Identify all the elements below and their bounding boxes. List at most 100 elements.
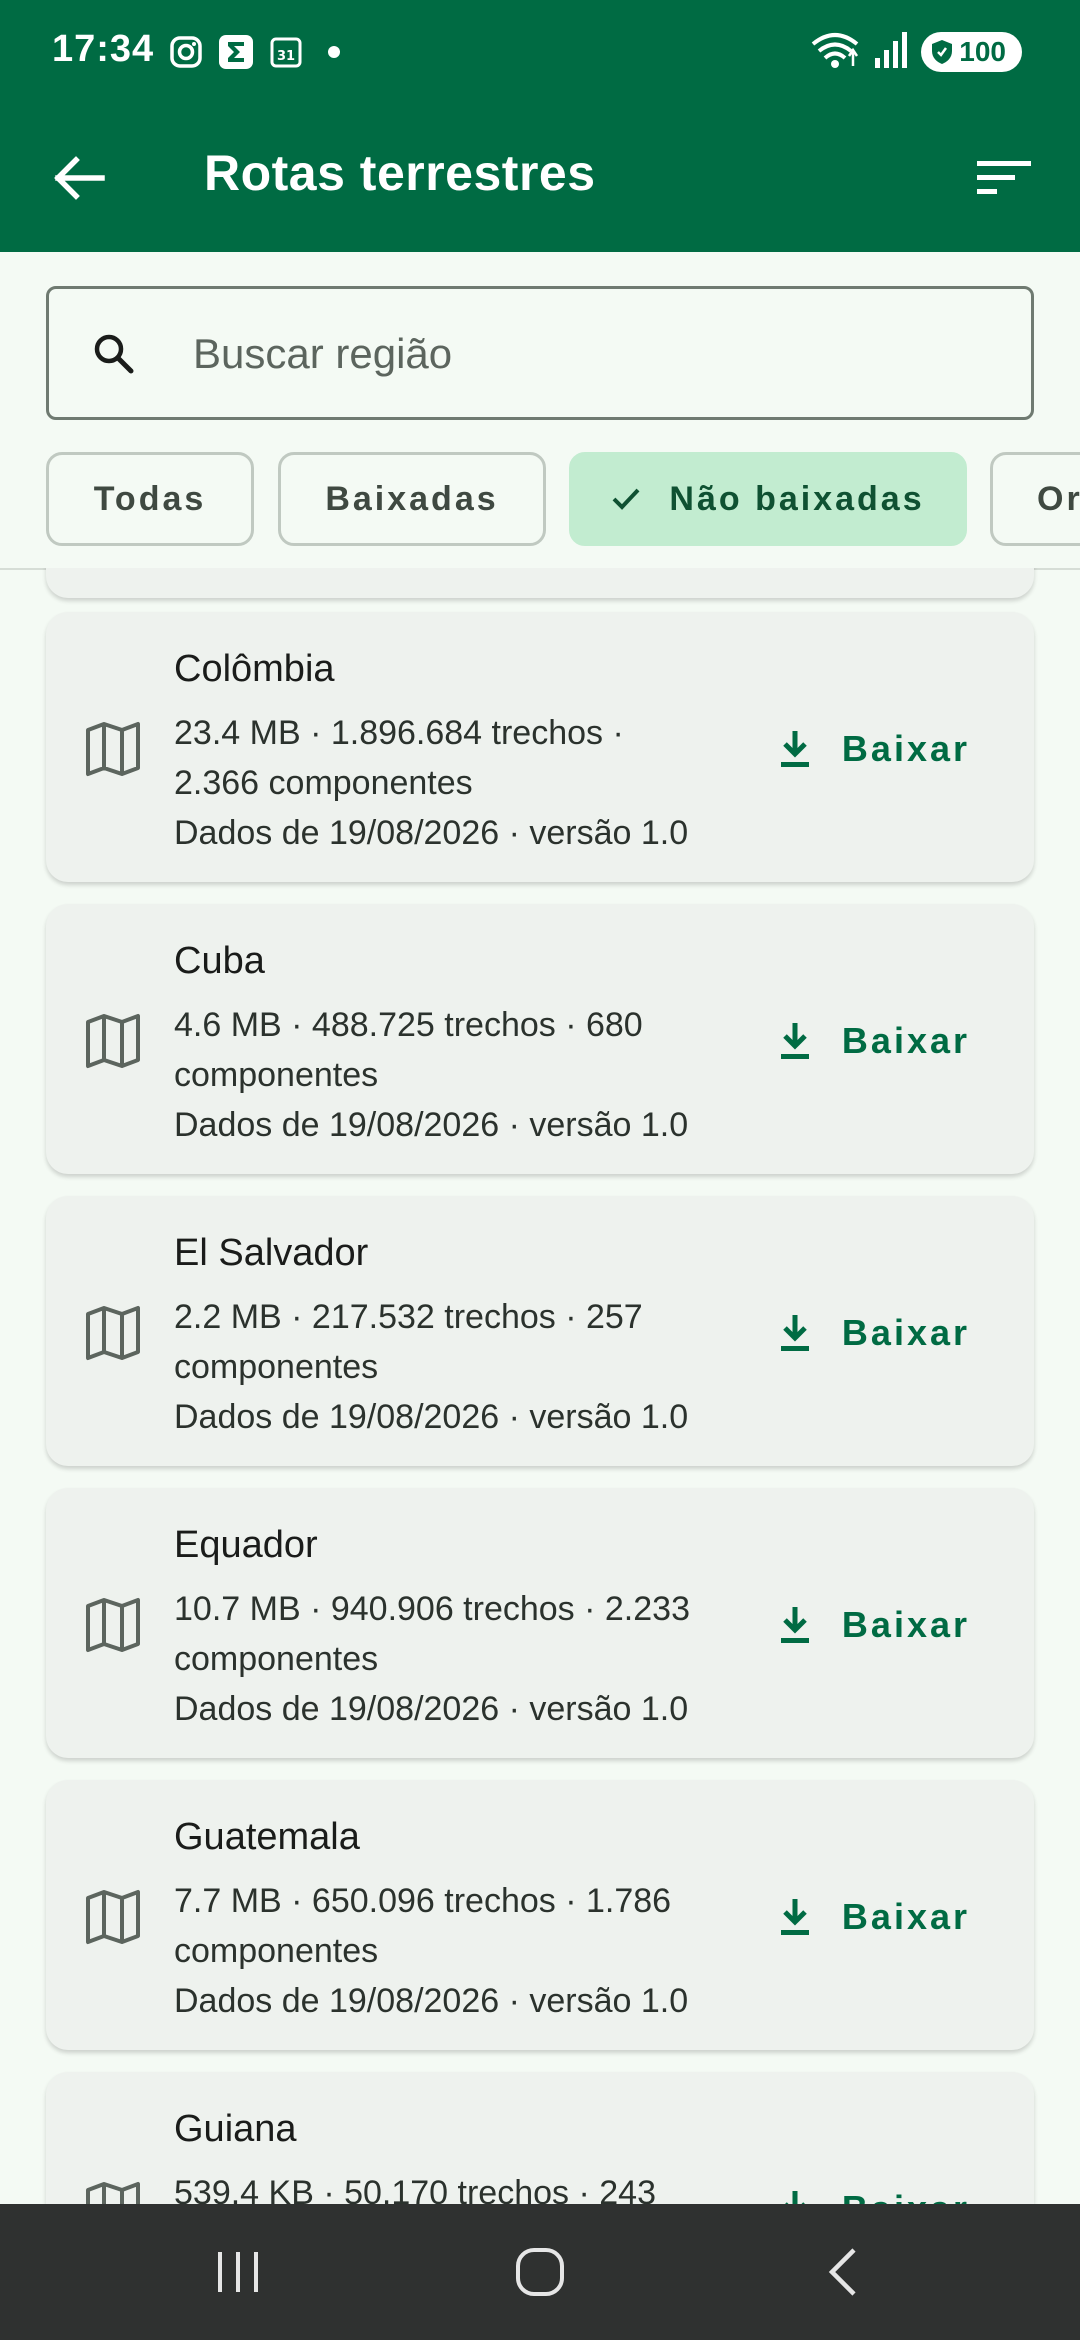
chip-label: Não baixadas (669, 479, 925, 518)
region-components-line: componentes (174, 1348, 379, 1386)
search-icon (94, 334, 134, 374)
download-icon (784, 2191, 805, 2204)
region-name: Equador (174, 1524, 318, 1566)
region-name: Colômbia (174, 648, 335, 690)
instagram-icon (168, 34, 204, 70)
region-card[interactable]: Guiana 539.4 KB · 50.170 trechos · 243 B… (46, 2072, 1034, 2204)
download-button[interactable]: Baixar (778, 1308, 970, 1358)
chip-nao-baixadas[interactable]: Não baixadas (569, 452, 967, 546)
download-label: Baixar (841, 1896, 970, 1937)
recents-button[interactable] (190, 2236, 286, 2308)
status-system-icons: 100 (809, 28, 1022, 76)
download-button[interactable]: Baixar (778, 724, 970, 774)
status-notification-icons: 31 (168, 30, 340, 74)
search-input[interactable] (193, 317, 993, 391)
region-details: 2.2 MB · 217.532 trechos · 257 component… (174, 1292, 734, 1442)
region-name: El Salvador (174, 1232, 369, 1274)
region-size-line: 7.7 MB · 650.096 trechos · 1.786 (174, 1882, 672, 1920)
map-icon (86, 1014, 140, 1068)
region-components-line: componentes (174, 1932, 379, 1970)
region-card[interactable]: Guatemala 7.7 MB · 650.096 trechos · 1.7… (46, 1780, 1034, 2050)
region-name: Guatemala (174, 1816, 360, 1858)
region-card[interactable]: El Salvador 2.2 MB · 217.532 trechos · 2… (46, 1196, 1034, 1466)
map-icon (86, 722, 140, 776)
map-icon (86, 1890, 140, 1944)
region-details: 7.7 MB · 650.096 trechos · 1.786 compone… (174, 1876, 734, 2026)
region-size-line: 23.4 MB · 1.896.684 trechos · (174, 714, 624, 752)
region-details: 539.4 KB · 50.170 trechos · 243 (174, 2168, 734, 2204)
recents-icon (218, 2252, 258, 2292)
region-details: 4.6 MB · 488.725 trechos · 680 component… (174, 1000, 734, 1150)
region-list[interactable]: Colômbia 23.4 MB · 1.896.684 trechos · 2… (0, 568, 1080, 2204)
region-size-line: 539.4 KB · 50.170 trechos · 243 (174, 2174, 656, 2204)
download-icon (780, 1315, 809, 1351)
status-time: 17:34 (52, 28, 155, 70)
system-nav-bar (0, 2204, 1080, 2340)
page-title: Rotas terrestres (204, 145, 596, 201)
battery-level: 100 (959, 36, 1006, 67)
region-name: Guiana (174, 2108, 297, 2150)
calendar-31-icon: 31 (268, 34, 304, 70)
download-label: Baixar (842, 2188, 970, 2204)
map-icon (86, 1306, 140, 1360)
region-date-line: Dados de 19/08/2026 · versão 1.0 (174, 1690, 689, 1728)
region-date-line: Dados de 19/08/2026 · versão 1.0 (174, 1106, 689, 1144)
region-date-line: Dados de 19/08/2026 · versão 1.0 (174, 814, 689, 852)
chip-todas[interactable]: Todas (46, 452, 254, 546)
download-icon (780, 731, 809, 767)
download-label: Baixar (841, 728, 970, 769)
signal-icon (873, 30, 909, 75)
system-back-button[interactable] (796, 2236, 892, 2308)
check-icon (611, 486, 641, 512)
region-card[interactable]: Colômbia 23.4 MB · 1.896.684 trechos · 2… (46, 612, 1034, 882)
map-icon (86, 1598, 140, 1652)
region-size-line: 4.6 MB · 488.725 trechos · 680 (174, 1006, 643, 1044)
back-button[interactable] (40, 142, 120, 214)
region-date-line: Dados de 19/08/2026 · versão 1.0 (174, 1982, 689, 2020)
svg-text:31: 31 (277, 49, 295, 64)
region-components-line: 2.366 componentes (174, 764, 473, 802)
download-button[interactable]: Baixar (778, 1600, 970, 1650)
region-components-line: componentes (174, 1640, 379, 1678)
sort-icon (977, 161, 1031, 194)
sigma-app-icon (218, 34, 254, 70)
chip-label: Baixadas (325, 479, 499, 518)
top-bar: 17:34 31 100 Rotas terrestres (0, 0, 1080, 252)
download-icon (780, 1607, 809, 1643)
notification-dot (328, 46, 340, 58)
app-bar: Rotas terrestres (0, 104, 1080, 252)
chip-other[interactable]: Or (990, 452, 1080, 546)
region-details: 23.4 MB · 1.896.684 trechos · 2.366 comp… (174, 708, 734, 858)
download-button[interactable]: Baixar (778, 1016, 970, 1066)
battery-indicator: 100 (921, 32, 1022, 72)
region-card[interactable]: Cuba 4.6 MB · 488.725 trechos · 680 comp… (46, 904, 1034, 1174)
download-button[interactable]: Baixar (778, 1892, 970, 1942)
arrow-left-icon (54, 156, 105, 200)
region-card-previous[interactable] (46, 568, 1034, 598)
download-button[interactable]: Baixar (778, 2184, 970, 2204)
region-name: Cuba (174, 940, 265, 982)
region-card[interactable]: Equador 10.7 MB · 940.906 trechos · 2.23… (46, 1488, 1034, 1758)
region-size-line: 10.7 MB · 940.906 trechos · 2.233 (174, 1590, 690, 1628)
download-label: Baixar (841, 1604, 970, 1645)
region-components-line: componentes (174, 1056, 379, 1094)
filter-chips: Todas Baixadas Não baixadas Or (46, 452, 1080, 546)
sort-button[interactable] (964, 142, 1044, 214)
chevron-left-icon (828, 2248, 856, 2296)
download-label: Baixar (841, 1020, 970, 1061)
region-details: 10.7 MB · 940.906 trechos · 2.233 compon… (174, 1584, 734, 1734)
chip-label: Or (1037, 479, 1080, 518)
download-icon (780, 1023, 809, 1059)
region-size-line: 2.2 MB · 217.532 trechos · 257 (174, 1298, 643, 1336)
chip-label: Todas (93, 479, 207, 518)
chip-baixadas[interactable]: Baixadas (278, 452, 546, 546)
status-bar: 17:34 31 100 (0, 0, 1080, 104)
home-button[interactable] (492, 2236, 588, 2308)
map-icon (86, 2182, 140, 2204)
download-icon (780, 1899, 809, 1935)
wifi-icon (809, 30, 861, 75)
download-label: Baixar (841, 1312, 970, 1353)
battery-shield-icon (932, 40, 953, 64)
home-icon (516, 2248, 564, 2296)
search-field[interactable] (46, 286, 1034, 420)
